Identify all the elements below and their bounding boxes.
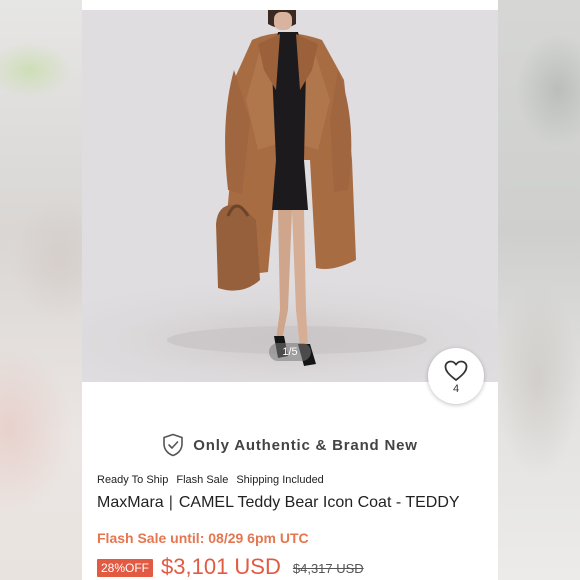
- brand-name[interactable]: MaxMara: [97, 494, 164, 511]
- product-photo[interactable]: [82, 10, 498, 382]
- like-button[interactable]: 4: [428, 348, 484, 404]
- original-price: $4,317 USD: [292, 561, 364, 576]
- discount-badge: 28%OFF: [97, 559, 154, 577]
- authenticity-banner: Only Authentic & Brand New: [82, 430, 498, 460]
- authenticity-text: Only Authentic & Brand New: [193, 436, 418, 454]
- shield-check-icon: [163, 433, 184, 457]
- flash-sale-timer: Flash Sale until: 08/29 6pm UTC: [97, 530, 309, 546]
- product-tags: Ready To Ship Flash Sale Shipping Includ…: [97, 474, 324, 486]
- coat-model-illustration: [167, 10, 427, 366]
- tag-shipping-included: Shipping Included: [236, 474, 324, 486]
- product-title: MaxMara | CAMEL Teddy Bear Icon Coat - TED…: [97, 494, 497, 512]
- price-row: 28%OFF $3,101 USD $4,317 USD: [97, 554, 364, 580]
- heart-outline-icon: [444, 360, 468, 381]
- image-counter: 1/5: [269, 343, 311, 361]
- product-card: 1/5 4 Only Authentic & Brand New Ready T…: [82, 0, 498, 580]
- tag-flash-sale: Flash Sale: [176, 474, 229, 486]
- tag-ready-to-ship: Ready To Ship: [97, 474, 169, 486]
- blurred-background-left: [0, 0, 82, 580]
- current-price: $3,101 USD: [161, 554, 281, 579]
- like-count: 4: [452, 382, 460, 395]
- blurred-background-right: [498, 0, 580, 580]
- title-separator: |: [168, 494, 173, 511]
- product-name: CAMEL Teddy Bear Icon Coat - TEDDY: [178, 494, 460, 511]
